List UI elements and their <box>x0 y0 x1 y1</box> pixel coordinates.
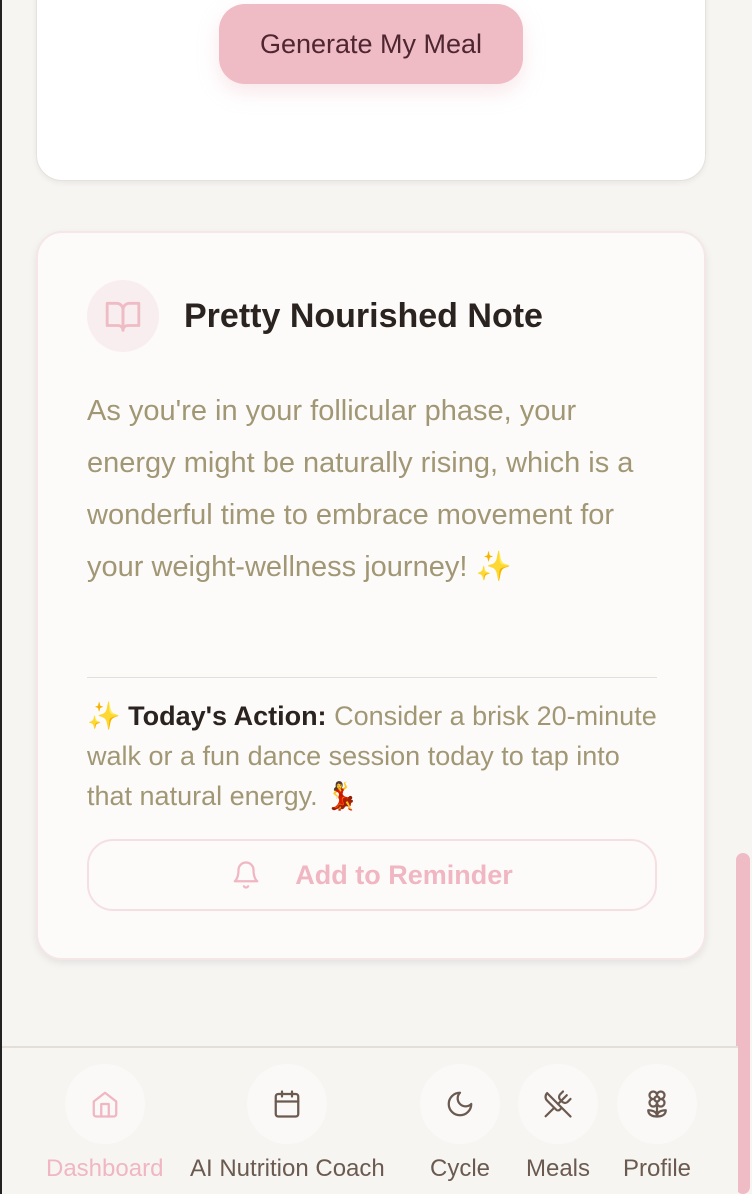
nav-item-profile[interactable]: Profile <box>617 1064 697 1183</box>
nav-item-ai-nutrition-coach[interactable]: AI Nutrition Coach <box>190 1064 385 1183</box>
reminder-label: Add to Reminder <box>295 859 513 890</box>
bell-icon <box>231 860 261 890</box>
todays-action: ✨ Today's Action: Consider a brisk 20-mi… <box>87 696 667 816</box>
nav-item-dashboard[interactable]: Dashboard <box>46 1064 163 1183</box>
flower-icon <box>617 1064 697 1144</box>
book-open-icon <box>87 280 159 352</box>
nav-label: Dashboard <box>46 1155 164 1182</box>
nav-item-meals[interactable]: Meals <box>518 1064 598 1183</box>
bottom-nav: Dashboard AI Nutrition Coach Cycle Meals <box>2 1046 738 1194</box>
note-card: Pretty Nourished Note As you're in your … <box>36 231 706 960</box>
moon-icon <box>420 1064 500 1144</box>
home-icon <box>64 1064 145 1144</box>
action-prefix: ✨ <box>87 701 129 731</box>
note-title: Pretty Nourished Note <box>184 297 543 335</box>
nav-item-cycle[interactable]: Cycle <box>420 1064 500 1183</box>
calendar-icon <box>247 1064 328 1144</box>
action-label: Today's Action: <box>128 701 327 731</box>
divider <box>87 677 657 678</box>
note-body: As you're in your follicular phase, your… <box>87 395 634 583</box>
generate-meal-button[interactable]: Generate My Meal <box>219 4 523 84</box>
scrollbar-track[interactable] <box>735 0 752 1194</box>
nav-label: Meals <box>525 1155 591 1182</box>
add-to-reminder-button[interactable]: Add to Reminder <box>87 839 657 911</box>
utensils-crossed-icon <box>518 1064 598 1144</box>
nav-label: AI Nutrition Coach <box>190 1155 385 1182</box>
nav-label: Profile <box>622 1155 692 1182</box>
scrollbar-thumb[interactable] <box>736 853 750 1194</box>
nav-label: Cycle <box>429 1155 490 1182</box>
